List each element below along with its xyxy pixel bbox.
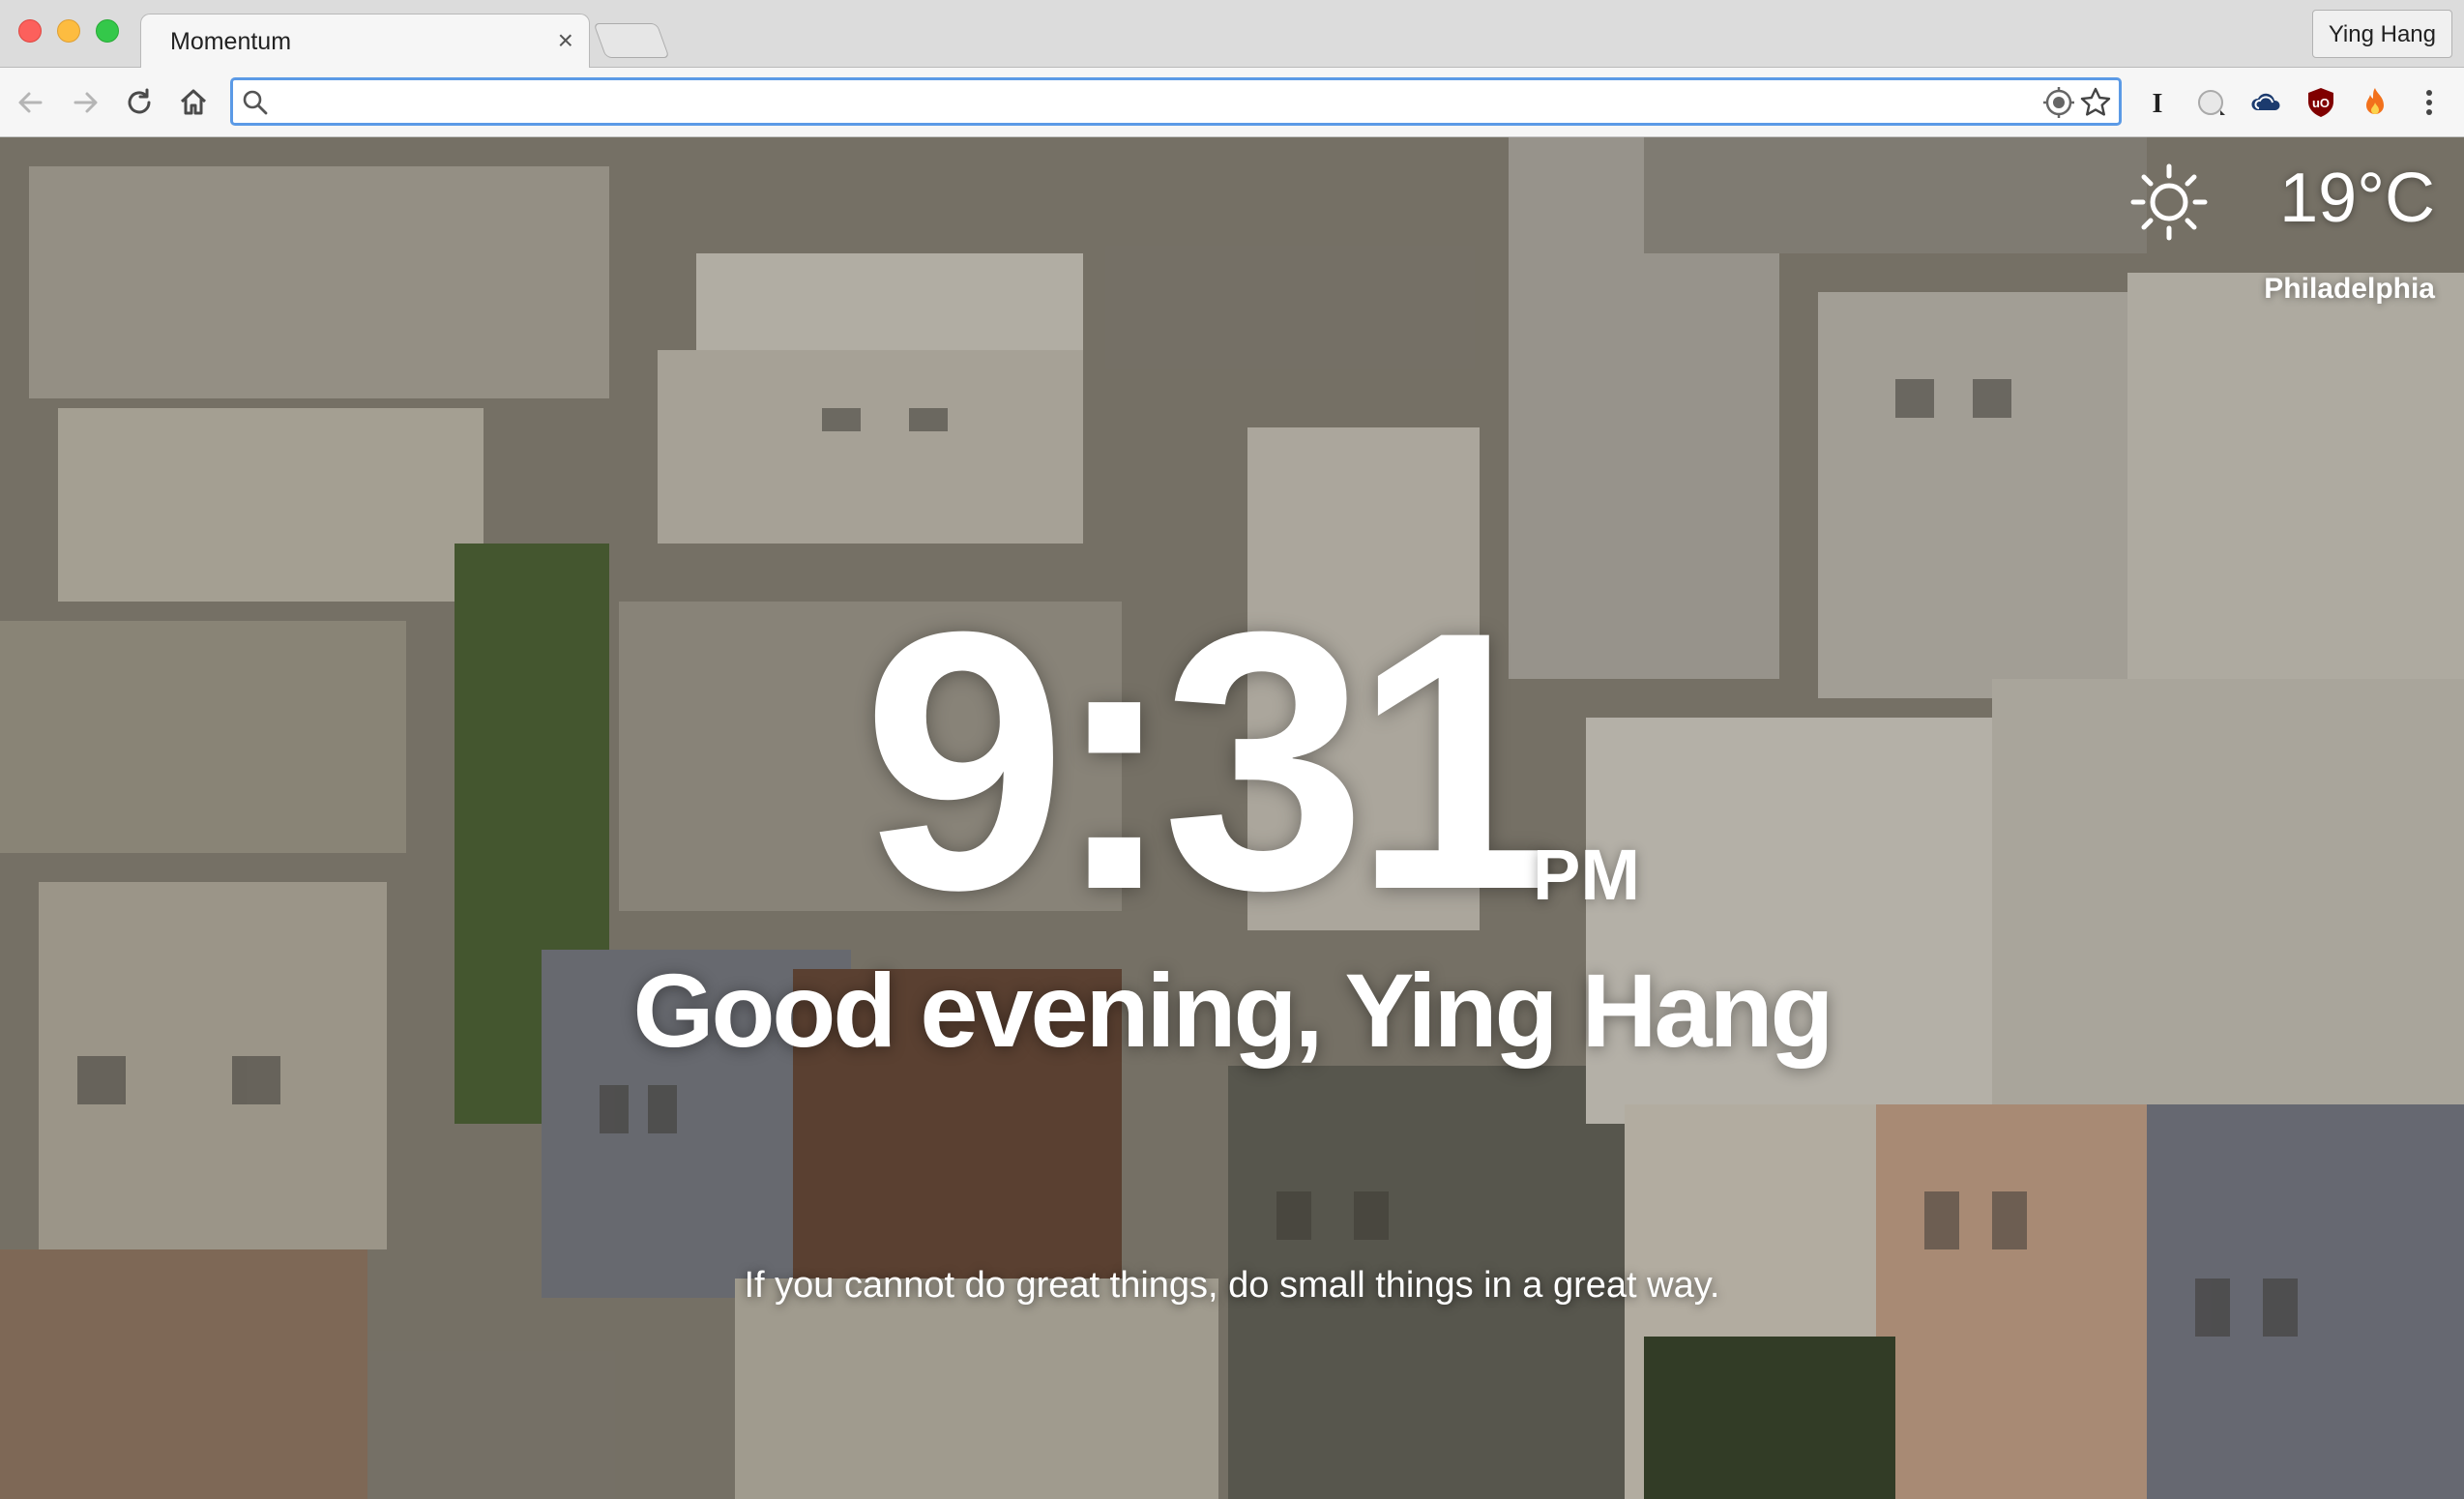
svg-text:uO: uO: [2312, 96, 2330, 110]
weather-widget[interactable]: 19°C Philadelphia: [2126, 157, 2435, 305]
fire-ext-icon[interactable]: [2358, 85, 2392, 120]
home-icon[interactable]: [174, 83, 213, 122]
weather-temperature: 19°C: [2279, 160, 2435, 237]
bookmark-star-icon[interactable]: [2078, 85, 2113, 120]
momentum-dashboard: 19°C Philadelphia 9:31 PM Good evening, …: [0, 137, 2464, 1499]
instapaper-icon[interactable]: I: [2140, 85, 2175, 120]
reload-icon[interactable]: [120, 83, 159, 122]
sun-icon: [2130, 163, 2208, 241]
tab-close-icon[interactable]: ×: [558, 24, 573, 57]
svg-text:I: I: [2153, 89, 2163, 119]
window-minimize-button[interactable]: [57, 19, 80, 43]
weather-location: Philadelphia: [2264, 273, 2435, 305]
address-input[interactable]: [279, 83, 2005, 122]
clock: 9:31: [0, 555, 2464, 966]
clock-time: 9:31: [862, 555, 1558, 966]
profile-button[interactable]: Ying Hang: [2311, 10, 2452, 58]
forward-arrow-icon[interactable]: [66, 83, 104, 122]
blank-ext-icon[interactable]: [2195, 85, 2230, 120]
tab-momentum[interactable]: Momentum ×: [140, 14, 590, 69]
ublock-origin-icon[interactable]: uO: [2303, 85, 2338, 120]
back-arrow-icon[interactable]: [12, 83, 50, 122]
window-maximize-button[interactable]: [96, 19, 119, 43]
target-icon[interactable]: [2041, 85, 2076, 120]
tab-title: Momentum: [170, 28, 292, 55]
new-tab-button[interactable]: [593, 23, 670, 58]
cloud-ext-icon[interactable]: [2249, 85, 2284, 120]
address-bar[interactable]: [230, 77, 2122, 126]
daily-quote[interactable]: If you cannot do great things, do small …: [0, 1265, 2464, 1307]
clock-ampm: PM: [1533, 835, 1640, 915]
window-titlebar: Momentum × Ying Hang: [0, 0, 2464, 69]
search-icon: [243, 90, 268, 115]
window-close-button[interactable]: [18, 19, 42, 43]
browser-toolbar: I uO: [0, 68, 2464, 137]
menu-kebab-icon[interactable]: [2412, 85, 2447, 120]
greeting: Good evening, Ying Hang: [632, 952, 1833, 1069]
